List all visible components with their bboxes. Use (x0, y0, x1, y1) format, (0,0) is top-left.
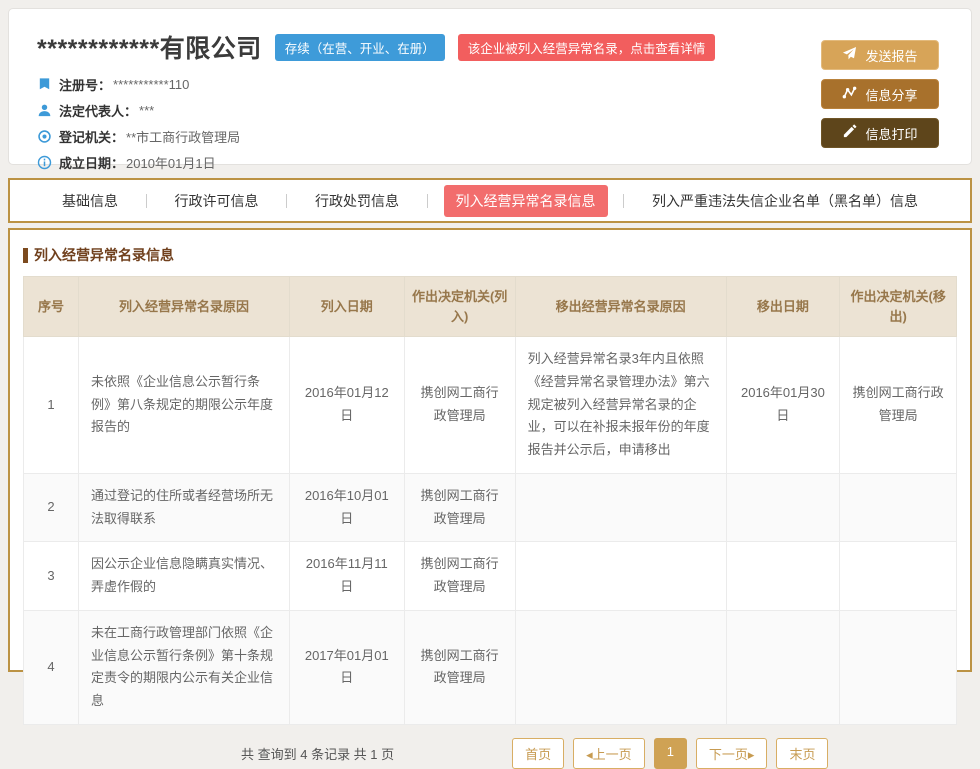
share-icon (842, 85, 865, 103)
tab-divider (146, 194, 147, 208)
table-cell: 2016年11月11日 (289, 542, 404, 611)
table-cell (515, 473, 726, 542)
send-report-button[interactable]: 发送报告 (821, 40, 939, 70)
table-cell (840, 473, 957, 542)
company-info-item: 法定代表人：*** (37, 101, 943, 120)
info-value: *** (139, 103, 154, 118)
table-cell (726, 473, 840, 542)
table-cell (840, 542, 957, 611)
section-title-text: 列入经营异常名录信息 (34, 245, 174, 265)
table-cell: 通过登记的住所或者经营场所无法取得联系 (79, 473, 290, 542)
tab-2[interactable]: 行政处罚信息 (303, 185, 411, 217)
table-cell: 2 (24, 473, 79, 542)
company-info-list: 注册号：***********110 法定代表人：*** 登记机关：**市工商行政管… (37, 75, 943, 172)
company-info-item: 注册号：***********110 (37, 75, 943, 94)
info-value: **市工商行政管理局 (126, 127, 240, 146)
table-row: 1未依照《企业信息公示暂行条例》第八条规定的期限公示年度报告的2016年01月1… (24, 337, 957, 474)
content-card: 列入经营异常名录信息 序号列入经营异常名录原因列入日期作出决定机关(列入)移出经… (8, 228, 972, 672)
table-cell: 携创网工商行政管理局 (840, 337, 957, 474)
tab-1[interactable]: 行政许可信息 (163, 185, 271, 217)
tab-0[interactable]: 基础信息 (50, 185, 130, 217)
print-icon (842, 124, 865, 142)
table-cell: 2016年01月30日 (726, 337, 840, 474)
table-cell (515, 542, 726, 611)
section-title: 列入经营异常名录信息 (23, 245, 957, 265)
button-label: 发送报告 (865, 46, 917, 65)
table-cell: 因公示企业信息隐瞒真实情况、弄虚作假的 (79, 542, 290, 611)
table-cell: 1 (24, 337, 79, 474)
tab-4[interactable]: 列入严重违法失信企业名单（黑名单）信息 (640, 185, 930, 217)
pagination: 首页 ◂上一页 1 下一页▸ 末页 (512, 738, 837, 769)
company-profile-page: { "header": { "company_name": "*********… (0, 0, 980, 683)
column-header: 列入日期 (289, 277, 404, 337)
first-page-button[interactable]: 首页 (512, 738, 564, 769)
company-title-row: ************有限公司 存续（在营、开业、在册） 该企业被列入经营异常… (37, 29, 943, 65)
table-cell: 列入经营异常名录3年内且依照《经营异常名录管理办法》第六规定被列入经营异常名录的… (515, 337, 726, 474)
table-footer: 共 查询到 4 条记录 共 1 页 首页 ◂上一页 1 下一页▸ 末页 (23, 738, 957, 769)
table-row: 4未在工商行政管理部门依照《企业信息公示暂行条例》第十条规定责令的期限内公示有关… (24, 610, 957, 724)
info-label: 注册号： (59, 75, 111, 94)
person-icon (37, 103, 52, 118)
company-info-item: 成立日期：2010年01月1日 (37, 153, 943, 172)
abnormal-alert-badge[interactable]: 该企业被列入经营异常名录，点击查看详情 (458, 34, 716, 61)
table-cell: 携创网工商行政管理局 (404, 337, 515, 474)
table-cell: 2017年01月01日 (289, 610, 404, 724)
column-header: 移出日期 (726, 277, 840, 337)
button-label: 信息分享 (865, 85, 917, 104)
prev-page-button[interactable]: ◂上一页 (573, 738, 645, 769)
registration-icon (37, 77, 52, 92)
tab-divider (286, 194, 287, 208)
location-icon (37, 129, 52, 144)
status-badge: 存续（在营、开业、在册） (275, 34, 445, 61)
table-cell: 携创网工商行政管理局 (404, 473, 515, 542)
company-name: ************有限公司 (37, 29, 262, 65)
section-title-bar-icon (23, 248, 28, 263)
header-action-buttons: 发送报告信息分享信息打印 (821, 40, 939, 157)
table-cell: 携创网工商行政管理局 (404, 542, 515, 611)
tab-bar: 基础信息 行政许可信息行政处罚信息 列入经营异常名录信息列入严重违法失信企业名单（黑… (8, 178, 972, 223)
table-cell (726, 542, 840, 611)
table-cell: 携创网工商行政管理局 (404, 610, 515, 724)
tab-divider (427, 194, 428, 208)
column-header: 作出决定机关(移出) (840, 277, 957, 337)
records-summary: 共 查询到 4 条记录 共 1 页 (241, 744, 394, 763)
company-info-item: 登记机关：**市工商行政管理局 (37, 127, 943, 146)
info-label: 法定代表人： (59, 101, 137, 120)
info-value: ***********110 (113, 77, 189, 92)
share-info-button[interactable]: 信息分享 (821, 79, 939, 109)
table-row: 2通过登记的住所或者经营场所无法取得联系2016年10月01日携创网工商行政管理… (24, 473, 957, 542)
table-cell (840, 610, 957, 724)
column-header: 作出决定机关(列入) (404, 277, 515, 337)
table-header-row: 序号列入经营异常名录原因列入日期作出决定机关(列入)移出经营异常名录原因移出日期… (24, 277, 957, 337)
print-info-button[interactable]: 信息打印 (821, 118, 939, 148)
table-cell: 4 (24, 610, 79, 724)
table-cell: 2016年10月01日 (289, 473, 404, 542)
table-cell: 未依照《企业信息公示暂行条例》第八条规定的期限公示年度报告的 (79, 337, 290, 474)
send-icon (842, 46, 865, 64)
column-header: 列入经营异常名录原因 (79, 277, 290, 337)
tab-divider (623, 194, 624, 208)
table-cell (726, 610, 840, 724)
button-label: 信息打印 (865, 124, 917, 143)
info-label: 成立日期： (59, 153, 124, 172)
table-cell: 未在工商行政管理部门依照《企业信息公示暂行条例》第十条规定责令的期限内公示有关企… (79, 610, 290, 724)
table-cell: 2016年01月12日 (289, 337, 404, 474)
info-label: 登记机关： (59, 127, 124, 146)
tab-3[interactable]: 列入经营异常名录信息 (444, 185, 608, 217)
last-page-button[interactable]: 末页 (776, 738, 828, 769)
next-page-button[interactable]: 下一页▸ (696, 738, 768, 769)
column-header: 移出经营异常名录原因 (515, 277, 726, 337)
table-cell: 3 (24, 542, 79, 611)
abnormal-records-table: 序号列入经营异常名录原因列入日期作出决定机关(列入)移出经营异常名录原因移出日期… (23, 276, 957, 725)
company-header-card: ************有限公司 存续（在营、开业、在册） 该企业被列入经营异常… (8, 8, 972, 165)
table-cell (515, 610, 726, 724)
info-value: 2010年01月1日 (126, 153, 216, 172)
column-header: 序号 (24, 277, 79, 337)
info-icon (37, 155, 52, 170)
page-number-button[interactable]: 1 (654, 738, 687, 769)
table-row: 3因公示企业信息隐瞒真实情况、弄虚作假的2016年11月11日携创网工商行政管理… (24, 542, 957, 611)
